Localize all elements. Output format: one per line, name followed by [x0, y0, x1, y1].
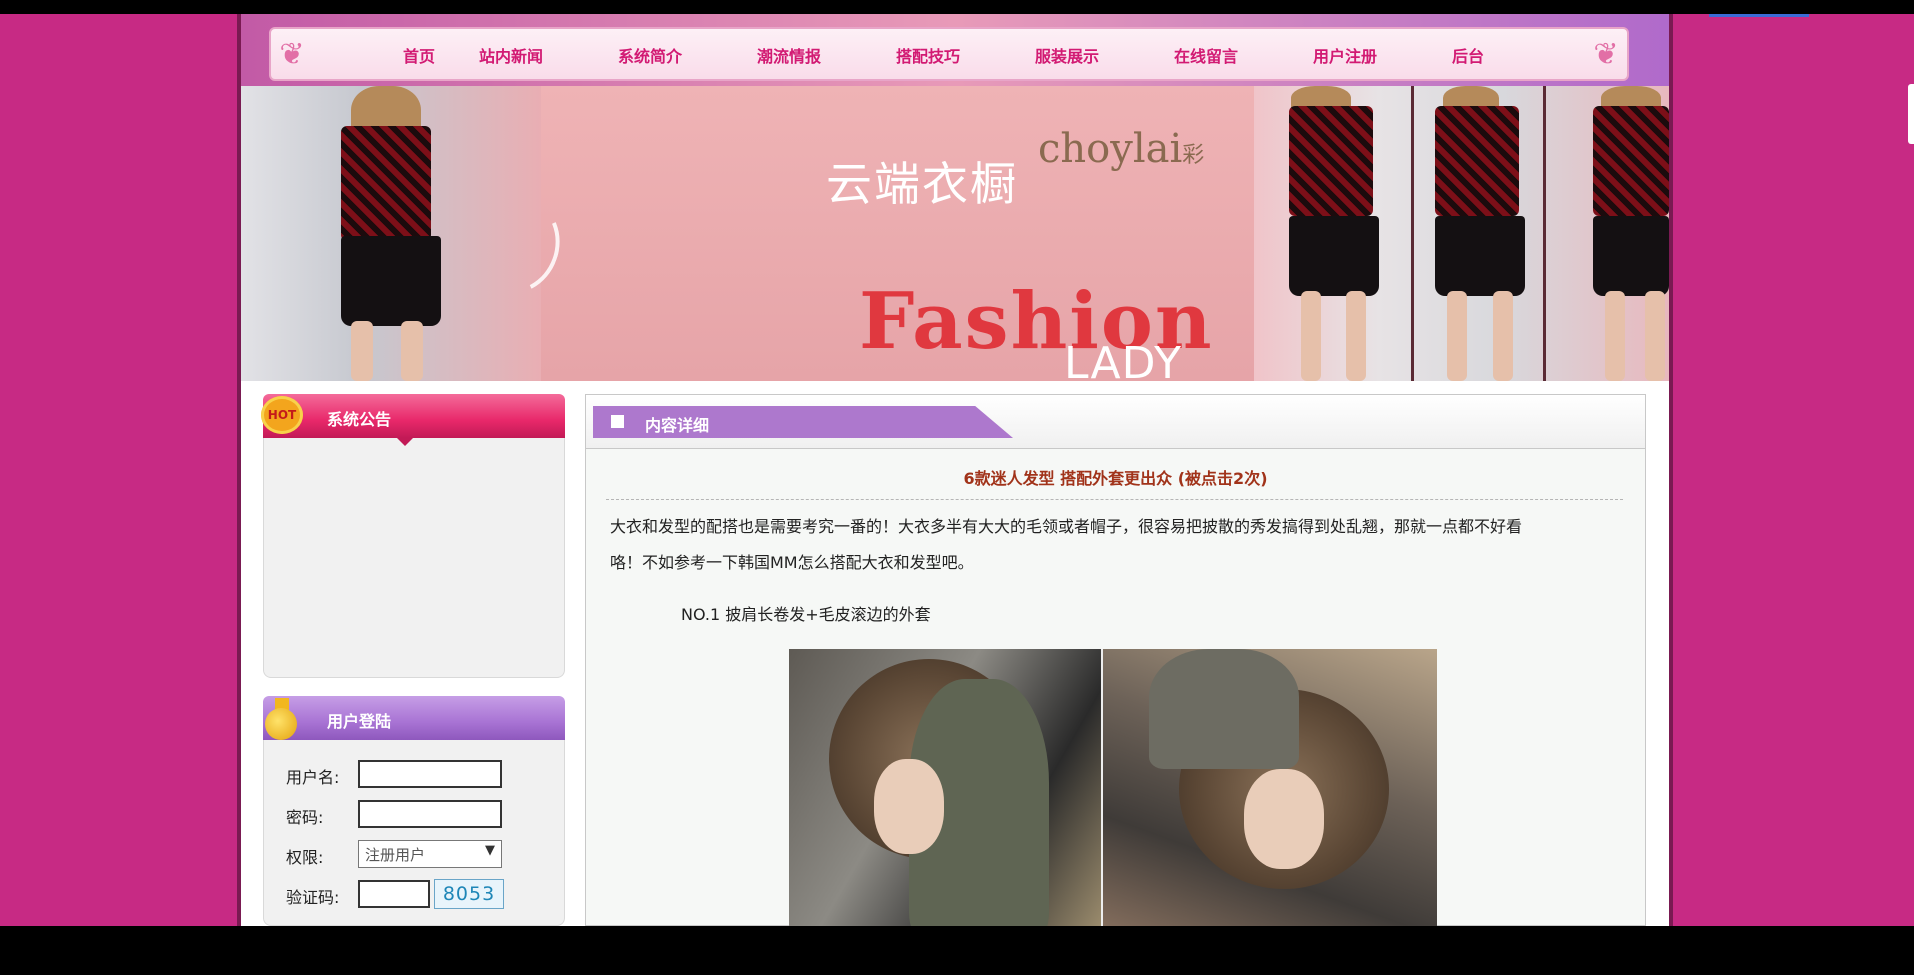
model-figure	[1413, 86, 1543, 381]
model-figure	[1261, 86, 1401, 381]
hot-badge-icon: HOT	[261, 396, 303, 434]
header-nav-bar: ❦ ❦ 首页 站内新闻 系统简介 潮流情报 搭配技巧 服装展示 在线留言 用户注…	[241, 14, 1669, 86]
medal-icon	[265, 698, 299, 740]
banner-divider	[1543, 86, 1546, 381]
nav-item-register[interactable]: 用户注册	[1313, 43, 1377, 67]
nav-item-system-intro[interactable]: 系统简介	[618, 43, 682, 67]
nav-item-styling-tips[interactable]: 搭配技巧	[896, 43, 960, 67]
site-title: 云端衣橱	[826, 157, 1018, 211]
article-paragraph-line: 咯！不如参考一下韩国MM怎么搭配大衣和发型吧。	[610, 553, 974, 572]
nav-item-guestbook[interactable]: 在线留言	[1174, 43, 1238, 67]
page-container: ❦ ❦ 首页 站内新闻 系统简介 潮流情报 搭配技巧 服装展示 在线留言 用户注…	[237, 14, 1673, 926]
username-input[interactable]	[358, 760, 502, 788]
password-label: 密码:	[286, 808, 324, 827]
banner-lady-text: LADY	[1064, 338, 1182, 381]
title-divider	[606, 499, 1623, 500]
ornament-right-icon: ❦	[1593, 37, 1619, 72]
login-form: 用户名: 密码: 权限: 注册用户 ▼ 验证码: 8053	[263, 740, 565, 926]
model-figure	[281, 86, 481, 381]
chevron-down-icon: ▼	[485, 843, 495, 858]
captcha-label: 验证码:	[286, 888, 340, 907]
square-icon	[611, 415, 624, 428]
notice-body	[263, 438, 565, 678]
nav-item-site-news[interactable]: 站内新闻	[479, 43, 543, 67]
content-header: 内容详细	[586, 395, 1645, 449]
notice-header: HOT 系统公告	[261, 394, 565, 446]
password-input[interactable]	[358, 800, 502, 828]
main-nav: ❦ ❦ 首页 站内新闻 系统简介 潮流情报 搭配技巧 服装展示 在线留言 用户注…	[269, 27, 1629, 81]
login-panel: 用户登陆 用户名: 密码: 权限: 注册用户 ▼ 验证码: 8053	[263, 696, 565, 926]
article-title: 6款迷人发型 搭配外套更出众 (被点击2次)	[963, 469, 1268, 488]
captcha-input[interactable]	[358, 880, 430, 908]
article-paragraph-line: 大衣和发型的配搭也是需要考究一番的！大衣多半有大大的毛领或者帽子，很容易把披散的…	[610, 517, 1523, 536]
article-photo	[789, 649, 1437, 926]
taskbar-strip	[0, 926, 1914, 975]
captcha-image[interactable]: 8053	[434, 879, 504, 909]
notice-title: 系统公告	[327, 410, 392, 429]
brand-logo: choylai彩	[1038, 126, 1205, 172]
nav-item-admin[interactable]: 后台	[1452, 43, 1484, 67]
role-label: 权限:	[286, 848, 324, 867]
browser-viewport: ❦ ❦ 首页 站内新闻 系统简介 潮流情报 搭配技巧 服装展示 在线留言 用户注…	[0, 14, 1914, 926]
nav-item-home[interactable]: 首页	[403, 43, 435, 67]
hero-banner: 云端衣橱 choylai彩 Fashion LADY	[241, 86, 1669, 381]
tab-label: 内容详细	[645, 416, 710, 435]
username-label: 用户名:	[286, 768, 340, 787]
content-panel: 内容详细 6款迷人发型 搭配外套更出众 (被点击2次) 大衣和发型的配搭也是需要…	[585, 394, 1646, 926]
page-border-right	[1669, 14, 1673, 926]
article-subheading: NO.1 披肩长卷发+毛皮滚边的外套	[681, 605, 931, 624]
tab-content-detail: 内容详细	[593, 406, 1013, 438]
scrollbar-thumb[interactable]	[1908, 84, 1914, 144]
login-header: 用户登陆	[263, 696, 565, 748]
model-figure	[1551, 86, 1669, 381]
notice-panel: HOT 系统公告	[261, 394, 565, 678]
browser-indicator	[1709, 14, 1809, 17]
nav-item-trends[interactable]: 潮流情报	[757, 43, 821, 67]
role-select[interactable]: 注册用户 ▼	[358, 840, 502, 868]
nav-item-clothing-showcase[interactable]: 服装展示	[1035, 43, 1099, 67]
ornament-left-icon: ❦	[279, 37, 305, 72]
login-title: 用户登陆	[327, 712, 392, 731]
